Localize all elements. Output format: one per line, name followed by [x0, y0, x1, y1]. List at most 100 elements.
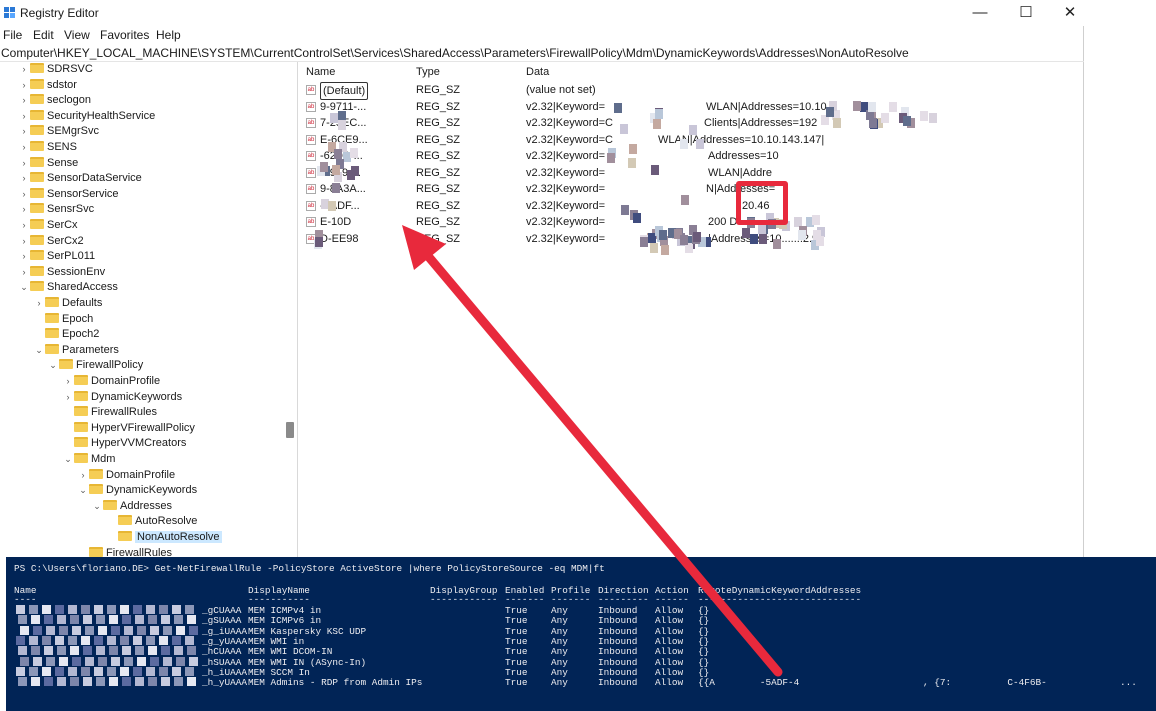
registry-value-row[interactable]: ab E-10D REG_SZ v2.32|Keyword= 200 D [304, 214, 1064, 230]
tree-item[interactable]: AutoResolve [106, 514, 197, 529]
chevron-icon[interactable]: › [62, 374, 74, 389]
tree-item[interactable]: FirewallRules [62, 405, 157, 420]
tree-item[interactable]: ⌄ Mdm [62, 452, 115, 467]
registry-value-row[interactable]: ab-6919-...REG_SZv2.32|Keyword=WLAN|Addr… [304, 165, 1064, 181]
tree-item[interactable]: ⌄ FirewallPolicy [47, 358, 143, 373]
chevron-icon[interactable]: › [18, 202, 30, 217]
tree-item[interactable]: › sdstor [18, 78, 77, 93]
chevron-icon[interactable]: › [18, 156, 30, 171]
ps-dashes: --------- [598, 594, 649, 605]
folder-icon [30, 203, 44, 214]
folder-icon [74, 453, 88, 463]
tree-item[interactable]: ⌄ Addresses [91, 499, 172, 514]
redaction-pixel [919, 110, 928, 121]
tree-item-label: FirewallRules [91, 406, 158, 419]
tree-item[interactable]: › DomainProfile [77, 468, 175, 483]
chevron-icon[interactable]: › [18, 62, 30, 77]
tree-item[interactable]: › SENS [18, 140, 77, 155]
redaction-pixel [57, 646, 66, 656]
redaction-pixel [81, 635, 90, 645]
minimize-button[interactable]: — [958, 0, 1002, 26]
redaction-pixel [853, 100, 862, 111]
chevron-icon[interactable]: › [18, 171, 30, 186]
column-data[interactable]: Data [526, 66, 549, 78]
chevron-icon[interactable]: ⌄ [47, 358, 59, 373]
redaction-pixel [146, 666, 155, 676]
chevron-icon[interactable]: ⌄ [91, 499, 103, 514]
redaction-pixel [651, 165, 660, 176]
chevron-icon[interactable]: › [18, 265, 30, 280]
tree-item[interactable]: › SensorService [18, 187, 119, 202]
chevron-icon[interactable]: › [18, 140, 30, 155]
tree-item[interactable]: Epoch2 [33, 327, 99, 342]
redaction-pixel [122, 615, 131, 625]
chevron-icon[interactable]: › [77, 468, 89, 483]
chevron-icon[interactable]: › [18, 218, 30, 233]
column-type[interactable]: Type [416, 66, 440, 78]
tree-item[interactable]: Epoch [33, 312, 93, 327]
redaction-pixel [693, 231, 702, 242]
scroll-thumb[interactable] [286, 422, 294, 438]
chevron-icon[interactable]: ⌄ [62, 452, 74, 467]
chevron-icon[interactable]: › [62, 390, 74, 405]
redaction-pixel [163, 625, 172, 635]
tree-scrollbar[interactable] [284, 62, 296, 560]
tree-item[interactable]: › SDRSVC [18, 62, 93, 77]
chevron-icon[interactable]: › [18, 249, 30, 264]
tree-item[interactable]: ⌄ Parameters [33, 343, 119, 358]
tree-item[interactable]: › DomainProfile [62, 374, 160, 389]
tree-item[interactable]: › Defaults [33, 296, 102, 311]
redaction-pixel [189, 625, 198, 635]
chevron-icon[interactable]: ⌄ [18, 280, 30, 295]
tree-item[interactable]: › seclogon [18, 93, 91, 108]
chevron-icon[interactable]: ⌄ [33, 343, 45, 358]
tree-item[interactable]: ⌄ DynamicKeywords [77, 483, 197, 498]
menu-help[interactable]: Help [156, 28, 181, 42]
tree-item[interactable]: › SerPL011 [18, 249, 95, 264]
ps-dashes: ------------ [430, 594, 498, 605]
registry-value-row[interactable]: ab7-25EC...REG_SZv2.32|Keyword=CClients|… [304, 115, 1064, 131]
tree-item[interactable]: › SecurityHealthService [18, 109, 155, 124]
maximize-button[interactable]: ☐ [1004, 0, 1048, 26]
tree-item[interactable]: › Sense [18, 156, 78, 171]
chevron-icon[interactable]: › [33, 296, 45, 311]
ps-dashes: ---- [14, 594, 37, 605]
redaction-pixel [833, 117, 842, 128]
tree-item[interactable]: › SensrSvc [18, 202, 94, 217]
chevron-icon[interactable]: › [18, 234, 30, 249]
chevron-icon[interactable]: ⌄ [77, 483, 89, 498]
folder-icon [30, 125, 44, 136]
tree-item[interactable]: › SEMgrSvc [18, 124, 99, 139]
tree-item[interactable]: HyperVFirewallPolicy [62, 421, 195, 436]
registry-value-row[interactable]: ab (Default) REG_SZ (value not set) [304, 82, 1064, 100]
folder-icon [30, 187, 44, 198]
tree-item[interactable]: › SerCx2 [18, 234, 84, 249]
folder-icon [30, 109, 44, 120]
registry-value-row[interactable]: ab-626C-...REG_SZv2.32|Keyword=Addresses… [304, 148, 1064, 164]
menu-file[interactable]: File [3, 28, 22, 42]
menu-edit[interactable]: Edit [33, 28, 54, 42]
chevron-icon[interactable]: › [18, 187, 30, 202]
menu-view[interactable]: View [64, 28, 90, 42]
redaction-pixel [679, 234, 688, 245]
tree-item[interactable]: › DynamicKeywords [62, 390, 182, 405]
close-button[interactable]: ✕ [1048, 0, 1092, 26]
chevron-icon[interactable]: › [18, 78, 30, 93]
redaction-pixel [137, 625, 146, 635]
chevron-icon[interactable]: › [18, 124, 30, 139]
tree-item[interactable]: › SessionEnv [18, 265, 105, 280]
registry-value-row[interactable]: ab 9-9711-... REG_SZ v2.32|Keyword= WLAN|Add… [304, 99, 1064, 115]
tree-item[interactable]: NonAutoResolve [106, 530, 222, 545]
chevron-icon[interactable]: › [18, 109, 30, 124]
chevron-icon[interactable]: › [18, 93, 30, 108]
column-name[interactable]: Name [306, 66, 335, 78]
tree-item[interactable]: › SerCx [18, 218, 78, 233]
redaction-pixel [185, 666, 194, 676]
tree-item[interactable]: ⌄ SharedAccess [18, 280, 118, 295]
menu-favorites[interactable]: Favorites [100, 28, 149, 42]
value-data: v2.32|Keyword= [526, 199, 605, 212]
value-type: REG_SZ [416, 216, 461, 228]
tree-item[interactable]: › SensorDataService [18, 171, 142, 186]
address-bar[interactable]: Computer\HKEY_LOCAL_MACHINE\SYSTEM\Curre… [0, 45, 1084, 62]
tree-item[interactable]: HyperVVMCreators [62, 436, 186, 451]
